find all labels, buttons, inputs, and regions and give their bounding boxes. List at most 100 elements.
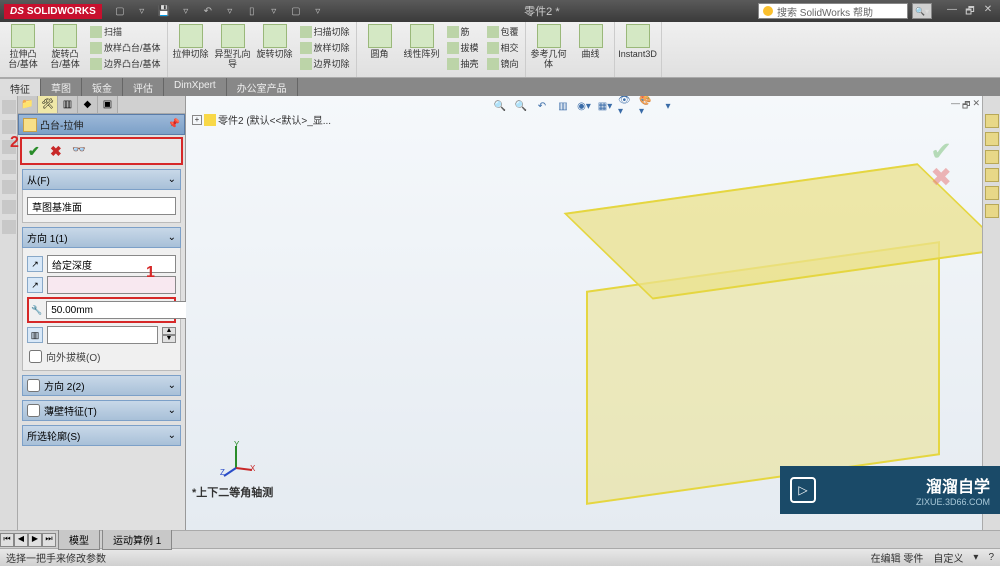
thin-feature-header[interactable]: 薄壁特征(T) xyxy=(22,400,181,421)
from-dropdown[interactable]: 草图基准面 xyxy=(27,197,176,215)
taskpane-properties-icon[interactable] xyxy=(985,204,999,218)
swept-boss-button[interactable]: 扫描 xyxy=(88,24,163,39)
new-icon[interactable]: ▢ xyxy=(112,3,128,19)
taskpane-resources-icon[interactable] xyxy=(985,114,999,128)
status-unit-icon[interactable]: ▾ xyxy=(973,552,978,563)
zoom-fit-icon[interactable]: 🔍 xyxy=(491,98,509,114)
feature-tree-tab[interactable]: 📁 xyxy=(18,96,38,113)
scroll-last-icon[interactable]: ⏭ xyxy=(42,533,56,547)
ok-button[interactable]: ✔ xyxy=(28,143,44,159)
thin-feature-checkbox[interactable] xyxy=(27,404,40,417)
direction2-checkbox[interactable] xyxy=(27,379,40,392)
select-icon[interactable]: ▯ xyxy=(244,3,260,19)
boundary-boss-button[interactable]: 边界凸台/基体 xyxy=(88,56,163,71)
save-icon[interactable]: 💾 xyxy=(156,3,172,19)
restore-button[interactable]: 🗗 xyxy=(962,4,978,18)
scroll-next-icon[interactable]: ▶ xyxy=(28,533,42,547)
wrap-button[interactable]: 包覆 xyxy=(485,24,521,39)
status-help-icon[interactable]: ? xyxy=(988,552,994,563)
redo-icon[interactable]: ▿ xyxy=(222,3,238,19)
loft-cut-button[interactable]: 放样切除 xyxy=(298,40,352,55)
tab-sketch[interactable]: 草图 xyxy=(41,78,82,96)
draft-button[interactable]: 拔模 xyxy=(445,40,481,55)
fillet-button[interactable]: 圆角 xyxy=(361,24,399,60)
flyout-feature-tree[interactable]: + 零件2 (默认<<默认>_显... xyxy=(192,112,331,127)
mirror-button[interactable]: 镜向 xyxy=(485,56,521,71)
options-icon[interactable]: ▢ xyxy=(288,3,304,19)
revolve-cut-button[interactable]: 旋转切除 xyxy=(256,24,294,60)
from-group-header[interactable]: 从(F) xyxy=(22,169,181,190)
draft-spinner[interactable]: ▲▼ xyxy=(162,327,176,343)
taskpane-view-icon[interactable] xyxy=(985,168,999,182)
draft-outward-checkbox[interactable] xyxy=(29,350,42,363)
direction-vector-field[interactable] xyxy=(47,276,176,294)
config-tab[interactable]: ▥ xyxy=(58,96,78,113)
linear-pattern-button[interactable]: 线性阵列 xyxy=(403,24,441,60)
view-orientation-icon[interactable]: ◉▾ xyxy=(575,98,593,114)
direction1-header[interactable]: 方向 1(1) xyxy=(22,227,181,248)
swept-cut-button[interactable]: 扫描切除 xyxy=(298,24,352,39)
tab-feature[interactable]: 特征 xyxy=(0,78,41,96)
instant3d-button[interactable]: Instant3D xyxy=(619,24,657,60)
direction-vector-icon[interactable]: ↗ xyxy=(27,277,43,293)
direction2-header[interactable]: 方向 2(2) xyxy=(22,375,181,396)
draft-icon[interactable]: ▥ xyxy=(27,327,43,343)
rail-icon[interactable] xyxy=(2,180,16,194)
scroll-first-icon[interactable]: ⏮ xyxy=(0,533,14,547)
help-search-input[interactable]: 搜索 SolidWorks 帮助 xyxy=(758,3,908,19)
dimxpert-tab[interactable]: ◆ xyxy=(78,96,98,113)
taskpane-explorer-icon[interactable] xyxy=(985,150,999,164)
curves-button[interactable]: 曲线 xyxy=(572,24,610,60)
taskpane-library-icon[interactable] xyxy=(985,132,999,146)
edit-appearance-icon[interactable]: 🎨▾ xyxy=(638,98,656,114)
search-dropdown-button[interactable]: 🔍▾ xyxy=(912,3,932,19)
minimize-button[interactable]: — xyxy=(944,4,960,18)
close-button[interactable]: ✕ xyxy=(980,4,996,18)
end-condition-dropdown[interactable]: 给定深度 xyxy=(47,255,176,273)
status-custom[interactable]: 自定义 xyxy=(933,550,963,565)
tab-motion-study[interactable]: 运动算例 1 xyxy=(102,529,172,550)
revolve-boss-button[interactable]: 旋转凸台/基体 xyxy=(46,24,84,70)
pin-icon[interactable]: 📌 xyxy=(168,119,180,130)
graphics-viewport[interactable]: — 🗗 ✕ 🔍 🔍 ↶ ▥ ◉▾ ▦▾ 👁▾ 🎨▾ ▾ + 零件2 (默认<<默… xyxy=(186,96,982,530)
doc-close-icon[interactable]: ✕ xyxy=(972,98,980,114)
expand-icon[interactable]: + xyxy=(192,115,202,125)
detailed-preview-button[interactable]: 👓 xyxy=(72,143,88,159)
display-tab[interactable]: ▣ xyxy=(98,96,118,113)
display-style-icon[interactable]: ▦▾ xyxy=(596,98,614,114)
rail-icon[interactable] xyxy=(2,120,16,134)
hole-wizard-button[interactable]: 异型孔向导 xyxy=(214,24,252,70)
apply-scene-icon[interactable]: ▾ xyxy=(659,98,677,114)
selected-contours-header[interactable]: 所选轮廓(S) xyxy=(22,425,181,446)
section-view-icon[interactable]: ▥ xyxy=(554,98,572,114)
open-icon[interactable]: ▿ xyxy=(134,3,150,19)
cancel-button[interactable]: ✖ xyxy=(50,143,66,159)
shell-button[interactable]: 抽壳 xyxy=(445,56,481,71)
rail-icon[interactable] xyxy=(2,100,16,114)
tab-office[interactable]: 办公室产品 xyxy=(227,78,298,96)
intersect-button[interactable]: 相交 xyxy=(485,40,521,55)
ref-geometry-button[interactable]: 参考几何体 xyxy=(530,24,568,70)
hide-show-icon[interactable]: 👁▾ xyxy=(617,98,635,114)
property-manager-tab[interactable]: 🛠 xyxy=(38,96,58,113)
reference-triad[interactable]: Y X Z xyxy=(216,440,256,480)
extrude-cut-button[interactable]: 拉伸切除 xyxy=(172,24,210,60)
rib-button[interactable]: 筋 xyxy=(445,24,481,39)
reverse-direction-icon[interactable]: ↗ xyxy=(27,256,43,272)
extrude-boss-button[interactable]: 拉伸凸台/基体 xyxy=(4,24,42,70)
print-icon[interactable]: ▿ xyxy=(178,3,194,19)
undo-icon[interactable]: ↶ xyxy=(200,3,216,19)
more-icon[interactable]: ▿ xyxy=(310,3,326,19)
taskpane-appearance-icon[interactable] xyxy=(985,186,999,200)
rail-icon[interactable] xyxy=(2,160,16,174)
confirm-corner-cancel-icon[interactable]: ✖ xyxy=(930,162,952,193)
loft-boss-button[interactable]: 放样凸台/基体 xyxy=(88,40,163,55)
prev-view-icon[interactable]: ↶ xyxy=(533,98,551,114)
rail-icon[interactable] xyxy=(2,200,16,214)
rail-icon[interactable] xyxy=(2,220,16,234)
boundary-cut-button[interactable]: 边界切除 xyxy=(298,56,352,71)
tab-evaluate[interactable]: 评估 xyxy=(123,78,164,96)
zoom-area-icon[interactable]: 🔍 xyxy=(512,98,530,114)
rebuild-icon[interactable]: ▿ xyxy=(266,3,282,19)
tab-dimxpert[interactable]: DimXpert xyxy=(164,78,227,96)
